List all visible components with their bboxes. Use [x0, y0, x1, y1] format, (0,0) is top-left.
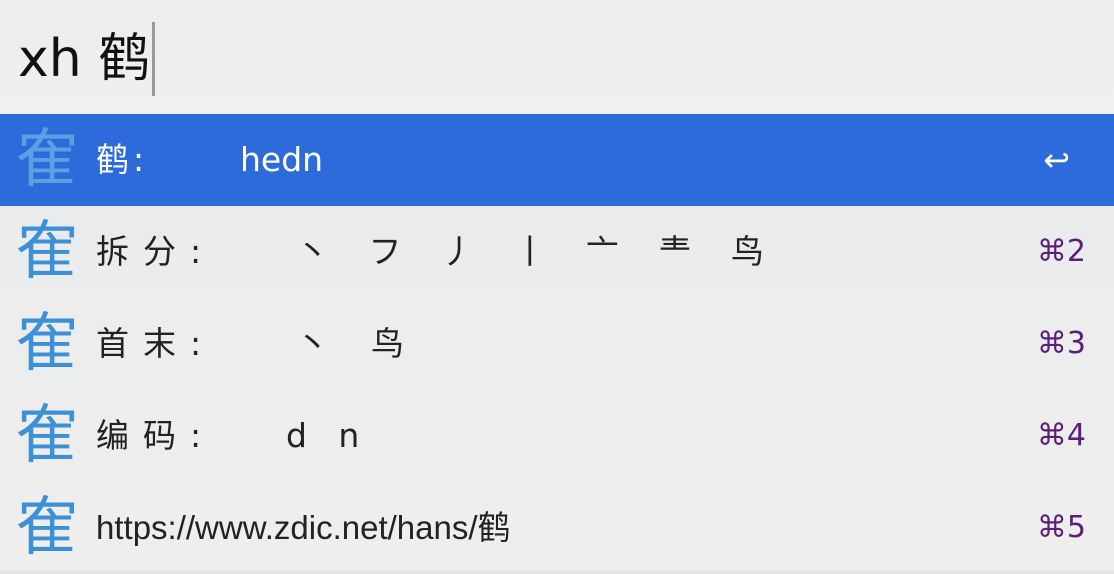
shortcut-hint: ⌘3 — [1036, 326, 1086, 361]
return-key-icon: ↩ — [1043, 141, 1070, 179]
results-list: 隺 鹤: hedn ↩ 隺 拆分: 丶 フ 丿 丨 亠 龶 鸟 ⌘2 隺 首末:… — [0, 114, 1114, 574]
character-icon: 隺 — [16, 215, 80, 289]
search-bar[interactable]: xh 鹤 — [0, 0, 1114, 114]
text-caret — [152, 22, 156, 96]
result-label: 首末: — [96, 324, 216, 363]
launcher-window: xh 鹤 隺 鹤: hedn ↩ 隺 拆分: 丶 フ 丿 丨 亠 龶 鸟 ⌘2 … — [0, 0, 1114, 570]
result-row-2[interactable]: 隺 拆分: 丶 フ 丿 丨 亠 龶 鸟 ⌘2 — [0, 206, 1114, 298]
result-label: 拆分: — [96, 232, 216, 271]
search-query-text: xh 鹤 — [18, 29, 151, 89]
result-row-5[interactable]: 隺 https://www.zdic.net/hans/鹤 ⌘5 — [0, 482, 1114, 574]
character-icon: 隺 — [16, 123, 80, 197]
result-value: 丶 鸟 — [296, 324, 404, 363]
result-label: 鹤: — [96, 140, 149, 179]
result-row-3[interactable]: 隺 首末: 丶 鸟 ⌘3 — [0, 298, 1114, 390]
search-input[interactable]: xh 鹤 — [18, 22, 156, 96]
result-row-1[interactable]: 隺 鹤: hedn ↩ — [0, 114, 1114, 206]
shortcut-hint: ⌘4 — [1036, 418, 1086, 453]
result-url[interactable]: https://www.zdic.net/hans/鹤 — [96, 482, 511, 574]
character-icon: 隺 — [16, 491, 80, 565]
result-value: 丶 フ 丿 丨 亠 龶 鸟 — [296, 232, 766, 271]
character-icon: 隺 — [16, 307, 80, 381]
result-value: d n — [286, 416, 360, 455]
character-icon: 隺 — [16, 399, 80, 473]
result-row-4[interactable]: 隺 编码: d n ⌘4 — [0, 390, 1114, 482]
result-value: hedn — [240, 140, 324, 179]
shortcut-hint: ⌘5 — [1036, 510, 1086, 545]
result-label: 编码: — [96, 416, 216, 455]
shortcut-hint: ⌘2 — [1036, 234, 1086, 269]
